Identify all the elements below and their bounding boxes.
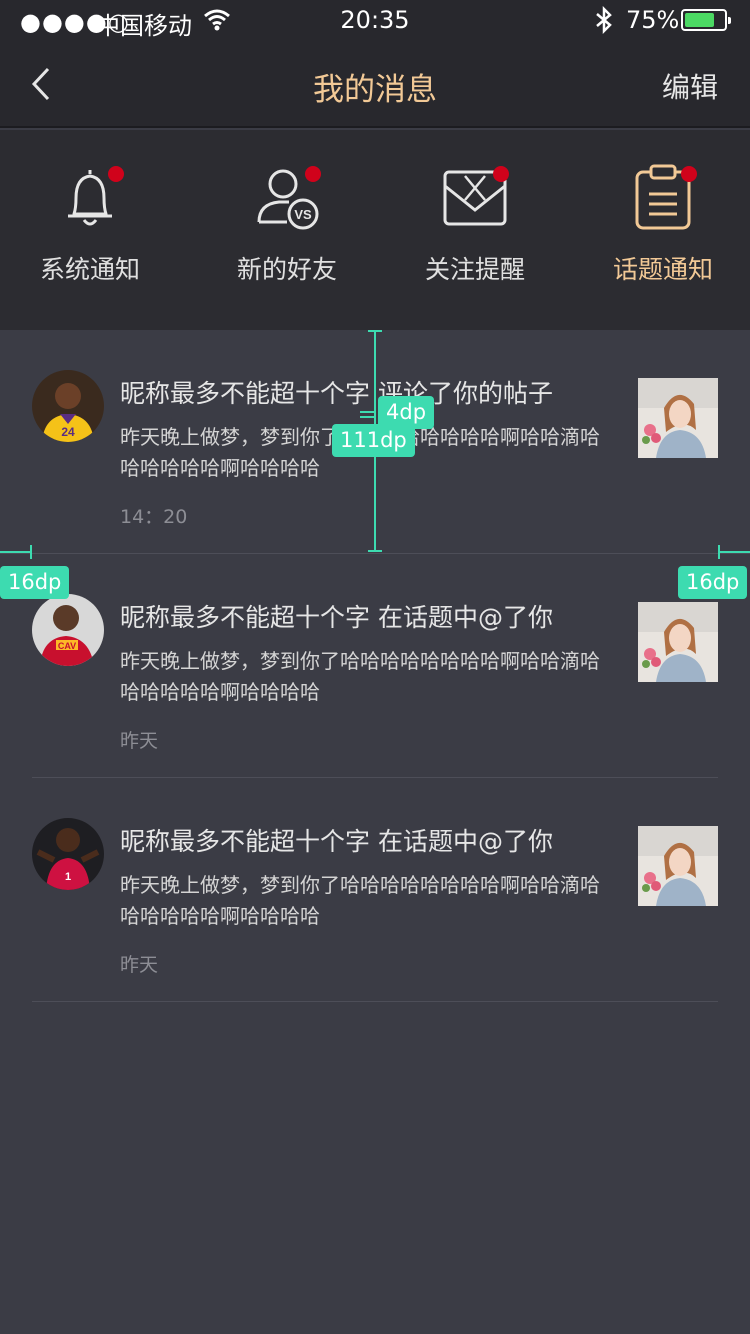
message-time: 14：20 [120, 506, 188, 528]
message-body: 昨天晚上做梦，梦到你了哈哈哈哈哈哈哈哈啊哈哈滴哈哈哈哈哈哈啊哈哈哈哈 [120, 873, 600, 928]
message-time: 昨天 [120, 954, 159, 976]
margin-left-guide [0, 551, 32, 553]
battery-percentage: 75% [626, 6, 680, 34]
category-label: 新的好友 [236, 255, 337, 284]
category-topic-notice[interactable]: 话题通知 [573, 162, 750, 302]
unread-badge [681, 166, 697, 182]
bluetooth-icon [594, 5, 614, 40]
row-height-label: 111dp [332, 424, 415, 458]
post-thumbnail[interactable] [638, 378, 718, 458]
list-item[interactable]: 1 昵称最多不能超十个字 在话题中@了你 昨天晚上做梦，梦到你了哈哈哈哈哈哈哈哈… [0, 778, 750, 1002]
post-thumbnail[interactable] [638, 826, 718, 906]
gap-guide [360, 411, 376, 413]
bell-icon [54, 162, 126, 234]
status-bar: ●●●●○ 中国移动 20:35 75% [0, 0, 750, 42]
svg-text:VS: VS [294, 207, 312, 222]
message-title: 昵称最多不能超十个字 评论了你的帖子 [120, 379, 553, 408]
avatar[interactable]: 24 [32, 370, 104, 442]
divider [32, 1001, 718, 1002]
unread-badge [493, 166, 509, 182]
message-title: 昵称最多不能超十个字 在话题中@了你 [120, 603, 553, 632]
nav-bar: 我的消息 编辑 [0, 42, 750, 128]
svg-text:CAV: CAV [58, 641, 76, 651]
gap-guide [360, 416, 376, 418]
category-follow-reminder[interactable]: 关注提醒 [385, 162, 565, 302]
battery-icon [681, 9, 731, 31]
unread-badge [305, 166, 321, 182]
message-body: 昨天晚上做梦，梦到你了哈哈哈哈哈哈哈哈啊哈哈滴哈哈哈哈哈哈啊哈哈哈哈 [120, 649, 600, 704]
margin-left-label: 16dp [0, 566, 70, 600]
message-time: 昨天 [120, 730, 159, 752]
post-thumbnail[interactable] [638, 602, 718, 682]
margin-right-label: 16dp [678, 566, 748, 600]
page-title: 我的消息 [313, 72, 437, 108]
friend-vs-icon: VS [251, 162, 323, 234]
row-height-guide-cap [368, 550, 382, 552]
envelope-icon [439, 162, 511, 234]
clipboard-icon [627, 162, 699, 234]
category-new-friends[interactable]: VS 新的好友 [197, 162, 377, 302]
margin-right-guide-cap [718, 545, 720, 559]
battery-nub [728, 17, 731, 24]
battery-fill [685, 13, 714, 27]
margin-left-guide-cap [30, 545, 32, 559]
category-label: 关注提醒 [424, 255, 525, 284]
svg-text:24: 24 [61, 425, 75, 439]
row-height-guide-cap [368, 330, 382, 332]
edit-button[interactable]: 编辑 [662, 66, 718, 106]
avatar[interactable]: 1 [32, 818, 104, 890]
category-label: 系统通知 [39, 255, 140, 284]
category-label: 话题通知 [612, 255, 713, 284]
avatar[interactable]: CAV [32, 594, 104, 666]
category-system-notice[interactable]: 系统通知 [0, 162, 180, 302]
list-item[interactable]: CAV 昵称最多不能超十个字 在话题中@了你 昨天晚上做梦，梦到你了哈哈哈哈哈哈… [0, 554, 750, 778]
category-bar: 系统通知 VS 新的好友 关注提醒 话题通知 [0, 130, 750, 330]
svg-text:1: 1 [65, 871, 71, 883]
message-title: 昵称最多不能超十个字 在话题中@了你 [120, 827, 553, 856]
unread-badge [108, 166, 124, 182]
margin-right-guide [718, 551, 750, 553]
